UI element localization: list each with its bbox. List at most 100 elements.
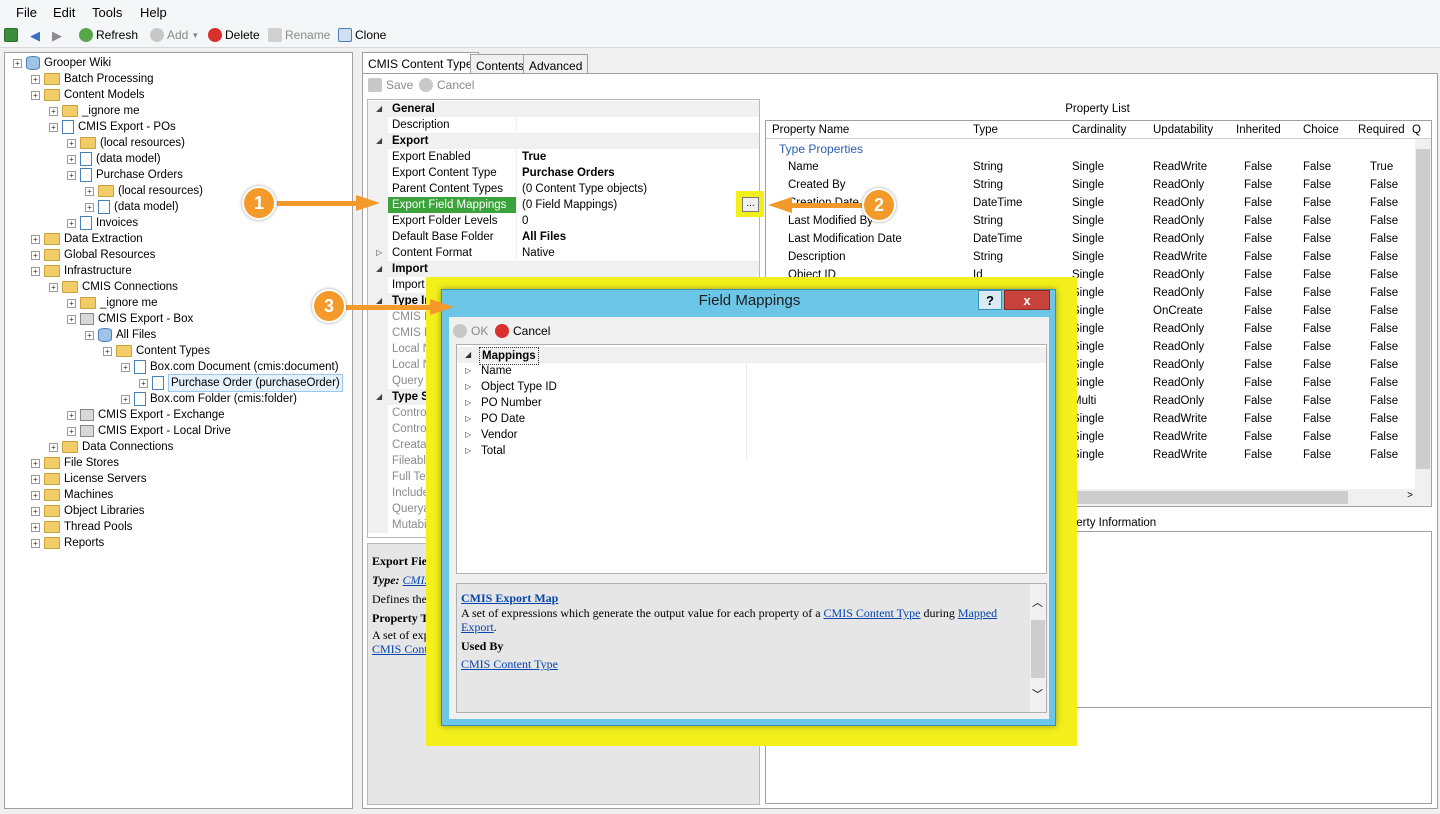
tree-node[interactable]: + CMIS Connections <box>49 279 178 295</box>
category-row[interactable]: ◢ General <box>368 101 759 117</box>
expand-icon[interactable]: ▷ <box>465 411 471 427</box>
collapse-icon[interactable]: ◢ <box>465 347 471 363</box>
expand-icon[interactable]: + <box>31 90 40 100</box>
tree-node[interactable]: + _ignore me <box>67 295 158 311</box>
cancel-button[interactable]: Cancel <box>419 78 474 92</box>
tree-node[interactable]: + Grooper Wiki <box>13 55 111 71</box>
menu-tools[interactable]: Tools <box>92 5 122 20</box>
menu-help[interactable]: Help <box>140 5 167 20</box>
expand-icon[interactable]: + <box>67 426 76 436</box>
tree-node[interactable]: + (local resources) <box>85 183 203 199</box>
category-row[interactable]: ◢ Import <box>368 261 759 277</box>
delete-button[interactable]: Delete <box>208 28 260 42</box>
expand-icon[interactable]: + <box>31 458 40 468</box>
property-row[interactable]: Export Content Type Purchase Orders <box>368 165 759 181</box>
tree-node[interactable]: + Box.com Document (cmis:document) <box>121 359 339 375</box>
tree-node[interactable]: + (data model) <box>85 199 179 215</box>
menu-file[interactable]: File <box>16 5 37 20</box>
tree-node[interactable]: + Invoices <box>67 215 138 231</box>
ellipsis-button[interactable]: ... <box>742 197 759 212</box>
dialog-ok-button[interactable]: OK <box>453 324 488 338</box>
collapse-icon[interactable]: ◢ <box>376 101 382 117</box>
expand-icon[interactable]: + <box>31 74 40 84</box>
mapping-row[interactable]: ▷ Object Type ID <box>457 379 1046 395</box>
expand-icon[interactable]: + <box>31 234 40 244</box>
column-header[interactable]: Property Name <box>772 124 849 136</box>
column-header[interactable]: Updatability <box>1153 124 1213 136</box>
expand-icon[interactable]: + <box>13 58 22 68</box>
property-list-row[interactable]: Name String Single ReadWrite False False True <box>766 159 1416 177</box>
tree-node[interactable]: + All Files <box>85 327 156 343</box>
property-row[interactable]: Export Field Mappings (0 Field Mappings) <box>368 197 759 213</box>
expand-icon[interactable]: + <box>85 202 94 212</box>
mapping-row[interactable]: ▷ PO Number <box>457 395 1046 411</box>
expand-icon[interactable]: ▷ <box>465 363 471 379</box>
vertical-scrollbar[interactable] <box>1415 139 1431 489</box>
tree-node[interactable]: + License Servers <box>31 471 146 487</box>
tab-advanced[interactable]: Advanced <box>523 54 589 74</box>
property-list-row[interactable]: Created By String Single ReadOnly False False… <box>766 177 1416 195</box>
expand-icon[interactable]: ▷ <box>465 443 471 459</box>
column-header[interactable]: Choice <box>1303 124 1339 136</box>
column-header[interactable]: Required <box>1358 124 1405 136</box>
property-row[interactable]: Export Enabled True <box>368 149 759 165</box>
dialog-close-button[interactable]: x <box>1004 290 1050 310</box>
expand-icon[interactable]: + <box>31 474 40 484</box>
expand-icon[interactable]: + <box>49 442 58 452</box>
column-header[interactable]: Type <box>973 124 998 136</box>
column-header[interactable]: Inherited <box>1236 124 1281 136</box>
back-arrow-icon[interactable]: ◀ <box>30 28 40 44</box>
tree-node[interactable]: + Content Models <box>31 87 145 103</box>
collapse-icon[interactable]: ◢ <box>376 389 382 405</box>
mapping-row[interactable]: ▷ Vendor <box>457 427 1046 443</box>
expand-icon[interactable]: + <box>67 138 76 148</box>
expand-icon[interactable]: + <box>121 362 130 372</box>
expand-icon[interactable]: + <box>31 506 40 516</box>
expand-icon[interactable]: + <box>121 394 130 404</box>
collapse-icon[interactable]: ◢ <box>376 133 382 149</box>
tree-node[interactable]: + Data Connections <box>49 439 173 455</box>
tree-node[interactable]: + Data Extraction <box>31 231 143 247</box>
expand-icon[interactable]: + <box>67 170 76 180</box>
mapping-row[interactable]: ▷ PO Date <box>457 411 1046 427</box>
property-row[interactable]: Description <box>368 117 759 133</box>
expand-icon[interactable]: + <box>31 490 40 500</box>
tree-node[interactable]: + Infrastructure <box>31 263 132 279</box>
tree-node[interactable]: + Reports <box>31 535 104 551</box>
tree-node[interactable]: + Purchase Order (purchaseOrder) <box>139 374 343 392</box>
tree-node[interactable]: + Global Resources <box>31 247 155 263</box>
help-link-content-type[interactable]: CMIS Content Type <box>824 606 921 620</box>
used-by-link[interactable]: CMIS Content Type <box>461 657 558 672</box>
expand-icon[interactable]: + <box>139 378 148 388</box>
dialog-help-button[interactable]: ? <box>978 290 1002 310</box>
property-list-row[interactable]: Last Modification Date DateTime Single Read… <box>766 231 1416 249</box>
type-properties-group[interactable]: Type Properties <box>779 142 863 156</box>
column-header[interactable]: Q <box>1412 124 1421 136</box>
tree-node[interactable]: + CMIS Export - Box <box>67 311 193 327</box>
expand-icon[interactable]: + <box>49 282 58 292</box>
tree-node[interactable]: + (data model) <box>67 151 161 167</box>
add-button[interactable]: Add ▼ <box>150 28 199 42</box>
expand-icon[interactable]: + <box>31 538 40 548</box>
navigate-icon[interactable] <box>4 28 18 42</box>
tree-node[interactable]: + Machines <box>31 487 113 503</box>
dialog-scroll-thumb[interactable] <box>1031 620 1045 678</box>
expand-icon[interactable]: + <box>49 122 58 132</box>
expand-icon[interactable]: + <box>67 410 76 420</box>
forward-arrow-icon[interactable]: ▶ <box>52 28 62 44</box>
rename-button[interactable]: Rename <box>268 28 330 42</box>
chevron-down-icon[interactable]: ﹀ <box>1032 686 1043 702</box>
mappings-grid[interactable]: ◢ Mappings ▷ Name ▷ Object Type ID ▷ PO Number ▷… <box>456 344 1047 574</box>
expand-icon[interactable]: ▷ <box>465 427 471 443</box>
dialog-cancel-button[interactable]: Cancel <box>495 324 550 338</box>
expand-icon[interactable]: + <box>85 186 94 196</box>
property-row[interactable]: Export Folder Levels 0 <box>368 213 759 229</box>
chevron-right-icon[interactable]: > <box>1407 490 1413 501</box>
expand-icon[interactable]: + <box>103 346 112 356</box>
tree-node[interactable]: + Batch Processing <box>31 71 154 87</box>
property-row[interactable]: ▷ Content Format Native <box>368 245 759 261</box>
tree-node[interactable]: + Object Libraries <box>31 503 145 519</box>
tree-node[interactable]: + Box.com Folder (cmis:folder) <box>121 391 297 407</box>
tree-node[interactable]: + File Stores <box>31 455 119 471</box>
tree-node[interactable]: + Purchase Orders <box>67 167 183 183</box>
